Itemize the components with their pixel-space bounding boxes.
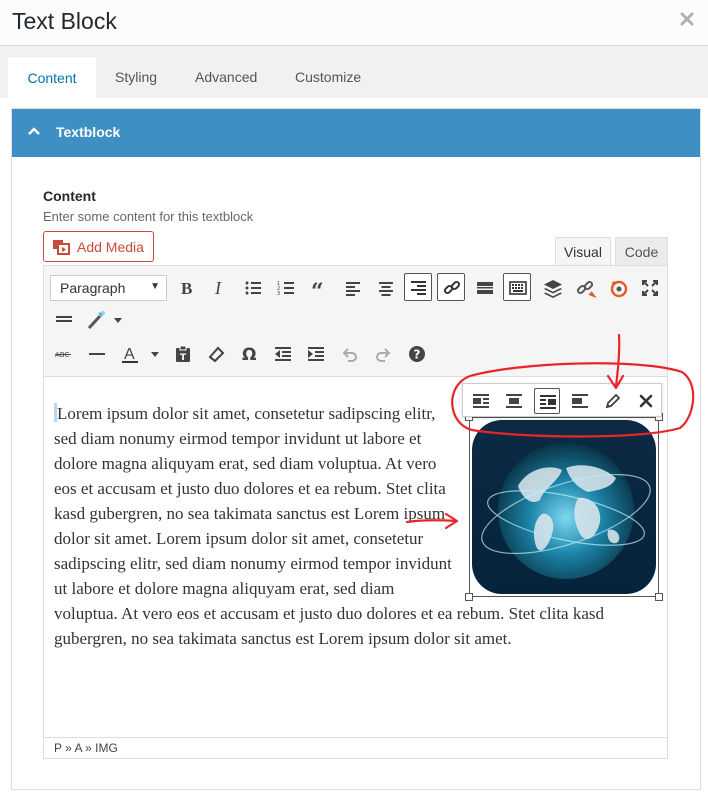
editor-toolbar: Paragraph ▼ B I 123 “ A T Ω ? (44, 266, 667, 377)
align-center-icon[interactable] (372, 274, 400, 302)
toolbar-toggle-icon[interactable] (503, 273, 531, 301)
content-description: Enter some content for this textblock (43, 209, 254, 224)
format-select-value: Paragraph (60, 280, 126, 296)
svg-text:3: 3 (277, 291, 280, 297)
horizontal-rule-icon[interactable] (83, 340, 111, 368)
tab-code[interactable]: Code (615, 237, 668, 266)
horizontal-line-icon[interactable] (50, 305, 78, 333)
svg-text:“: “ (311, 279, 324, 297)
read-more-icon[interactable] (471, 274, 499, 302)
svg-text:B: B (181, 279, 192, 297)
italic-icon[interactable]: I (205, 274, 233, 302)
tab-styling[interactable]: Styling (115, 56, 157, 98)
tab-content[interactable]: Content (8, 56, 96, 98)
outdent-icon[interactable] (269, 340, 297, 368)
unlink-icon[interactable] (571, 274, 599, 302)
fullscreen-icon[interactable] (636, 274, 664, 302)
bold-icon[interactable]: B (172, 274, 200, 302)
svg-text:A: A (124, 346, 135, 363)
undo-icon[interactable] (336, 340, 364, 368)
element-path: P » A » IMG (44, 737, 667, 758)
refresh-icon[interactable] (604, 274, 632, 302)
bullet-list-icon[interactable] (239, 274, 267, 302)
text-color-icon[interactable]: A (116, 340, 162, 368)
svg-text:?: ? (414, 348, 421, 362)
svg-text:Ω: Ω (242, 345, 256, 363)
indent-icon[interactable] (302, 340, 330, 368)
tab-advanced[interactable]: Advanced (195, 56, 257, 98)
modal-title-bar: Text Block (0, 0, 708, 46)
close-icon[interactable] (680, 9, 694, 32)
resize-handle[interactable] (655, 593, 663, 601)
editor-content[interactable]: Lorem ipsum dolor sit amet, consetetur s… (44, 377, 667, 737)
blockquote-icon[interactable]: “ (306, 274, 334, 302)
strikethrough-icon[interactable]: ABC (50, 340, 78, 368)
svg-text:T: T (180, 353, 187, 363)
align-right-icon[interactable] (404, 273, 432, 301)
align-left-icon[interactable] (339, 274, 367, 302)
format-select[interactable]: Paragraph ▼ (50, 275, 167, 301)
special-character-icon[interactable]: Ω (236, 340, 264, 368)
clear-formatting-icon[interactable] (202, 340, 230, 368)
magic-wand-icon[interactable] (82, 305, 128, 333)
media-icon (53, 240, 70, 255)
element-path-text: P » A » IMG (54, 741, 118, 755)
numbered-list-icon[interactable]: 123 (272, 274, 300, 302)
svg-text:I: I (214, 279, 222, 297)
help-icon[interactable]: ? (403, 340, 431, 368)
paragraph-text[interactable]: Lorem ipsum dolor sit amet, consetetur s… (54, 401, 654, 651)
tab-customize[interactable]: Customize (295, 56, 361, 98)
panel-header[interactable]: Textblock (12, 109, 700, 157)
layers-icon[interactable] (538, 274, 566, 302)
paste-text-icon[interactable]: T (169, 340, 197, 368)
panel-title: Textblock (56, 124, 121, 140)
chevron-up-icon (28, 123, 40, 139)
settings-tabs: Content Styling Advanced Customize (0, 46, 708, 98)
link-icon[interactable] (437, 273, 465, 301)
rich-text-editor: Paragraph ▼ B I 123 “ A T Ω ? Lorem ipsu… (43, 265, 668, 759)
content-label: Content (43, 188, 96, 204)
add-media-label: Add Media (77, 239, 144, 255)
redo-icon[interactable] (369, 340, 397, 368)
modal-title: Text Block (12, 8, 117, 34)
add-media-button[interactable]: Add Media (43, 231, 154, 262)
chevron-down-icon: ▼ (150, 281, 160, 292)
tab-visual[interactable]: Visual (555, 237, 611, 266)
